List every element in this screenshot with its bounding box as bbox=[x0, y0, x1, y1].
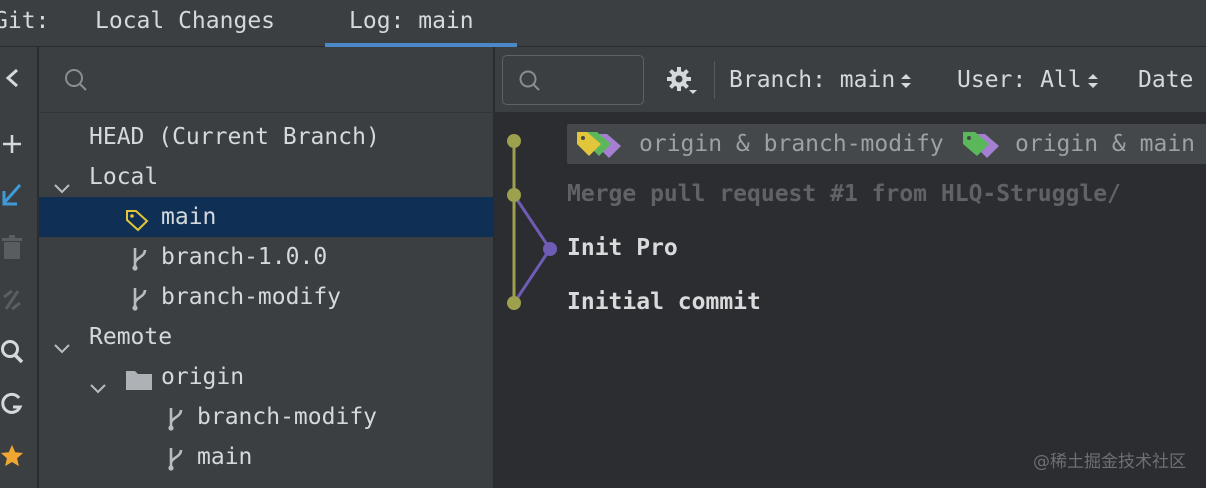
sort-arrows-icon bbox=[901, 73, 912, 88]
log-panel: Branch: main User: All Date origin & bra… bbox=[495, 47, 1206, 488]
local-label: Local bbox=[89, 164, 159, 190]
search-icon bbox=[63, 67, 89, 97]
date-filter-label: Date bbox=[1138, 67, 1194, 93]
branch-search-field[interactable] bbox=[39, 47, 494, 113]
ref-origin-branch-modify[interactable]: origin & branch-modify bbox=[575, 124, 944, 164]
log-toolbar: Branch: main User: All Date bbox=[495, 47, 1206, 113]
git-tool-window-header: Git: Local Changes Log: main bbox=[0, 0, 1206, 47]
ref-label: origin & main bbox=[1015, 131, 1196, 157]
remote-name: origin bbox=[161, 364, 245, 390]
branch-label: branch-1.0.0 bbox=[161, 244, 328, 270]
tag-icons bbox=[963, 132, 999, 158]
user-filter-label: User: All bbox=[957, 67, 1082, 93]
ref-label: origin & branch-modify bbox=[639, 131, 944, 157]
branch-label: branch-modify bbox=[161, 284, 342, 310]
tree-node-local[interactable]: Local bbox=[39, 157, 494, 197]
commit-message[interactable]: Merge pull request #1 from HLQ-Struggle/ bbox=[567, 181, 1121, 207]
favorite-icon[interactable] bbox=[0, 441, 24, 471]
tree-node-origin[interactable]: origin bbox=[39, 357, 494, 397]
commit-node bbox=[507, 134, 521, 148]
delete-icon[interactable] bbox=[0, 233, 24, 263]
tree-item-remote-main[interactable]: main bbox=[39, 437, 494, 477]
checkout-icon[interactable] bbox=[0, 181, 24, 211]
compare-icon[interactable] bbox=[0, 285, 24, 315]
commit-graph bbox=[507, 134, 557, 310]
branch-label: branch-modify bbox=[197, 404, 378, 430]
commit-message[interactable]: Initial commit bbox=[567, 289, 761, 315]
branches-toolbar bbox=[0, 47, 38, 488]
tab-log-main[interactable]: Log: main bbox=[349, 8, 474, 34]
tree-item-branch-main[interactable]: main bbox=[39, 197, 494, 237]
branch-label: main bbox=[161, 204, 217, 230]
sort-arrows-icon bbox=[1087, 73, 1098, 88]
commit-node bbox=[543, 242, 557, 256]
search-icon bbox=[518, 69, 542, 97]
add-icon[interactable] bbox=[0, 129, 24, 159]
watermark: @稀土掘金技术社区 bbox=[1033, 452, 1186, 472]
commit-message[interactable]: Init Pro bbox=[567, 235, 678, 261]
remote-label: Remote bbox=[89, 324, 173, 350]
gear-icon[interactable] bbox=[667, 67, 697, 99]
branch-icon bbox=[165, 445, 187, 485]
tree-node-remote[interactable]: Remote bbox=[39, 317, 494, 357]
branch-filter[interactable]: Branch: main bbox=[729, 67, 913, 93]
branch-filter-label: Branch: main bbox=[729, 67, 896, 93]
git-label: Git: bbox=[0, 8, 50, 34]
commit-node bbox=[507, 188, 521, 202]
tree-item-branch-1-0-0[interactable]: branch-1.0.0 bbox=[39, 237, 494, 277]
tree-item-remote-branch-modify[interactable]: branch-modify bbox=[39, 397, 494, 437]
refresh-icon[interactable] bbox=[0, 389, 24, 419]
tree-item-branch-modify[interactable]: branch-modify bbox=[39, 277, 494, 317]
date-filter[interactable]: Date bbox=[1138, 67, 1193, 93]
tab-local-changes[interactable]: Local Changes bbox=[95, 8, 275, 34]
branch-label: main bbox=[197, 444, 253, 470]
commit-node bbox=[507, 296, 521, 310]
toolbar-separator bbox=[714, 61, 715, 99]
ref-origin-main[interactable]: origin & main bbox=[961, 124, 1195, 164]
head-label: HEAD (Current Branch) bbox=[89, 124, 380, 150]
branches-tree-panel: HEAD (Current Branch) Local main branch-… bbox=[39, 47, 494, 488]
collapse-icon[interactable] bbox=[0, 63, 24, 93]
log-search-input[interactable] bbox=[502, 55, 644, 105]
user-filter[interactable]: User: All bbox=[957, 67, 1100, 93]
search-icon[interactable] bbox=[0, 337, 24, 367]
tag-icons bbox=[577, 132, 621, 158]
tree-item-head[interactable]: HEAD (Current Branch) bbox=[39, 117, 494, 157]
commit-refs: origin & branch-modify origin & main bbox=[567, 124, 1206, 164]
